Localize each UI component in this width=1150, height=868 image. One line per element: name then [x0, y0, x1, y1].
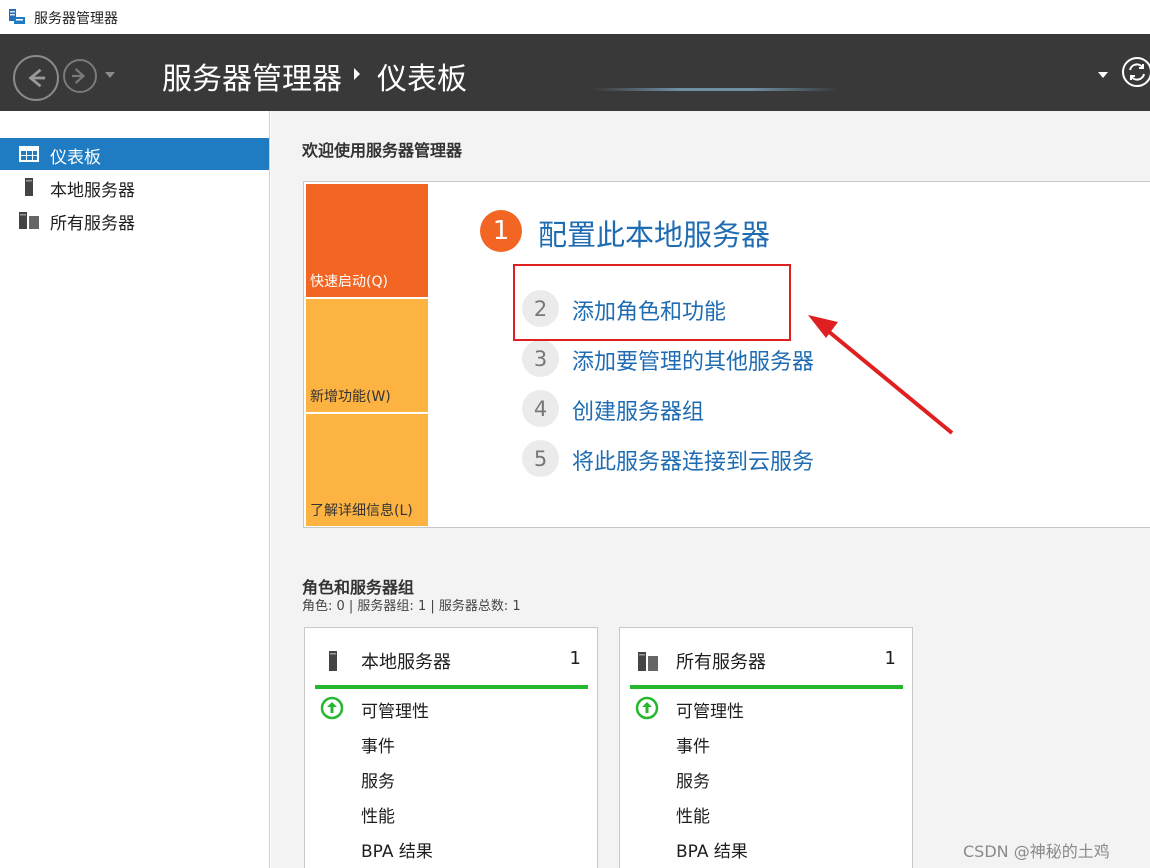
tile-label: 了解详细信息(L): [310, 503, 413, 519]
progress-indicator: [592, 88, 838, 91]
card-title[interactable]: 本地服务器: [361, 648, 451, 674]
history-dropdown-icon[interactable]: [103, 70, 117, 80]
notifications-dropdown-icon[interactable]: [1097, 70, 1109, 80]
step-number-badge: 1: [480, 210, 522, 252]
sidebar-item-local-server[interactable]: 本地服务器: [0, 171, 269, 203]
refresh-icon[interactable]: [1120, 55, 1150, 89]
step-add-other-servers[interactable]: 添加要管理的其他服务器: [572, 344, 814, 376]
status-bar: [315, 685, 588, 689]
annotation-highlight-box: [513, 264, 791, 341]
breadcrumb-current: 仪表板: [377, 62, 467, 97]
card-row-manageability[interactable]: 可管理性: [676, 697, 744, 722]
card-row-events[interactable]: 事件: [361, 732, 395, 757]
card-row-performance[interactable]: 性能: [361, 802, 395, 827]
welcome-title: 欢迎使用服务器管理器: [302, 141, 463, 160]
card-count: 1: [884, 648, 896, 669]
sidebar-item-label: 本地服务器: [50, 181, 135, 201]
servers-icon: [638, 652, 658, 671]
server-icon: [329, 651, 337, 671]
window-title: 服务器管理器: [34, 11, 118, 27]
step-configure-local-server[interactable]: 配置此本地服务器: [538, 212, 770, 254]
tile-learn-more[interactable]: 了解详细信息(L): [306, 414, 428, 526]
watermark: CSDN @神秘的土鸡: [963, 842, 1110, 861]
tile-label: 快速启动(Q): [310, 274, 388, 290]
card-row-bpa-results[interactable]: BPA 结果: [361, 837, 433, 862]
step-create-server-group[interactable]: 创建服务器组: [572, 394, 704, 426]
card-row-manageability[interactable]: 可管理性: [361, 697, 429, 722]
server-group-card-local[interactable]: 本地服务器 1 可管理性 事件 服务 性能 BPA 结果: [304, 627, 598, 868]
tile-quick-start[interactable]: 快速启动(Q): [306, 184, 428, 297]
sidebar-item-dashboard[interactable]: 仪表板: [0, 138, 269, 170]
header-bar: 服务器管理器 仪表板: [0, 34, 1150, 111]
step-number-badge: 4: [522, 390, 559, 427]
server-manager-app-icon: [9, 9, 25, 24]
tile-whats-new[interactable]: 新增功能(W): [306, 299, 428, 412]
card-row-performance[interactable]: 性能: [676, 802, 710, 827]
card-row-events[interactable]: 事件: [676, 732, 710, 757]
card-count: 1: [569, 648, 581, 669]
title-bar: 服务器管理器: [0, 0, 1150, 34]
step-number-badge: 3: [522, 340, 559, 377]
sidebar-item-label: 仪表板: [50, 148, 101, 168]
breadcrumb-separator-icon: [354, 68, 360, 80]
sidebar: 仪表板 本地服务器 所有服务器: [0, 111, 270, 868]
card-title[interactable]: 所有服务器: [676, 648, 766, 674]
dashboard-icon: [19, 146, 39, 162]
card-row-bpa-results[interactable]: BPA 结果: [676, 837, 748, 862]
step-number-badge: 5: [522, 440, 559, 477]
card-row-services[interactable]: 服务: [361, 767, 395, 792]
back-button[interactable]: [13, 55, 59, 101]
status-up-icon: [635, 696, 659, 720]
status-up-icon: [320, 696, 344, 720]
servers-icon: [19, 212, 39, 229]
forward-button[interactable]: [63, 59, 97, 93]
card-row-services[interactable]: 服务: [676, 767, 710, 792]
step-connect-cloud[interactable]: 将此服务器连接到云服务: [572, 444, 814, 476]
roles-summary: 角色: 0 | 服务器组: 1 | 服务器总数: 1: [302, 599, 521, 614]
server-icon: [25, 178, 33, 196]
sidebar-item-label: 所有服务器: [50, 214, 135, 234]
status-bar: [630, 685, 903, 689]
tile-label: 新增功能(W): [310, 389, 391, 405]
server-group-card-all[interactable]: 所有服务器 1 可管理性 事件 服务 性能 BPA 结果: [619, 627, 913, 868]
sidebar-item-all-servers[interactable]: 所有服务器: [0, 204, 269, 236]
breadcrumb-root[interactable]: 服务器管理器: [162, 54, 342, 98]
